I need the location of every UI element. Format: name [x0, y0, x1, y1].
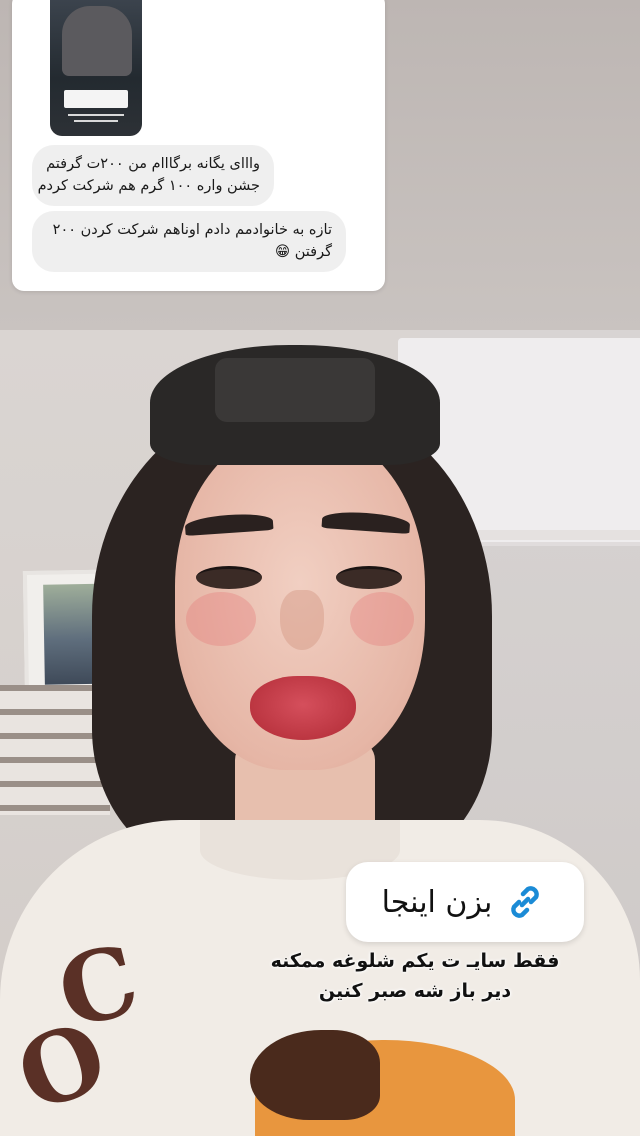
message-bubble: تازه به خانوادمم دادم اوناهم شرکت کردن ۲…	[32, 211, 346, 272]
person-cheek	[186, 592, 256, 646]
story-caption: فقط سایـ ت یکم شلوغه ممکنه دیر باز شه صب…	[240, 946, 590, 1006]
grinning-emoji-icon: 😁	[275, 244, 291, 260]
cap-strap	[215, 358, 375, 422]
story-thumbnail-text-line	[74, 120, 118, 122]
person-eye	[336, 566, 402, 589]
story-thumbnail[interactable]	[50, 0, 142, 136]
caption-line: دیر باز شه صبر کنین	[318, 980, 512, 1002]
person-cheek	[350, 592, 414, 646]
message-text: وااای یگانه برگااام من ۲۰۰ت گرفتم	[46, 156, 260, 172]
message-bubble: وااای یگانه برگااام من ۲۰۰ت گرفتم جشن وا…	[32, 145, 274, 206]
person-lips	[250, 676, 356, 740]
link-sticker-button[interactable]: بزن اینجا	[346, 862, 584, 942]
message-text: تازه به خانوادمم دادم اوناهم شرکت کردن ۲…	[52, 222, 332, 238]
link-sticker-label: بزن اینجا	[381, 884, 493, 920]
story-thumbnail-text-line	[68, 114, 124, 116]
person-eye	[196, 566, 262, 589]
story-reply-card: وااای یگانه برگااام من ۲۰۰ت گرفتم جشن وا…	[12, 0, 385, 291]
story-thumbnail-caption	[64, 90, 128, 108]
story-thumbnail-figure	[62, 6, 132, 76]
link-icon	[502, 879, 548, 925]
message-text: گرفتن	[294, 244, 332, 260]
person-nose	[280, 590, 324, 650]
message-text: جشن واره ۱۰۰ گرم هم شرکت کردم	[37, 178, 260, 194]
caption-line: فقط سایـ ت یکم شلوغه ممکنه	[270, 950, 560, 972]
message-text-line-2: گرفتن 😁	[46, 241, 332, 263]
